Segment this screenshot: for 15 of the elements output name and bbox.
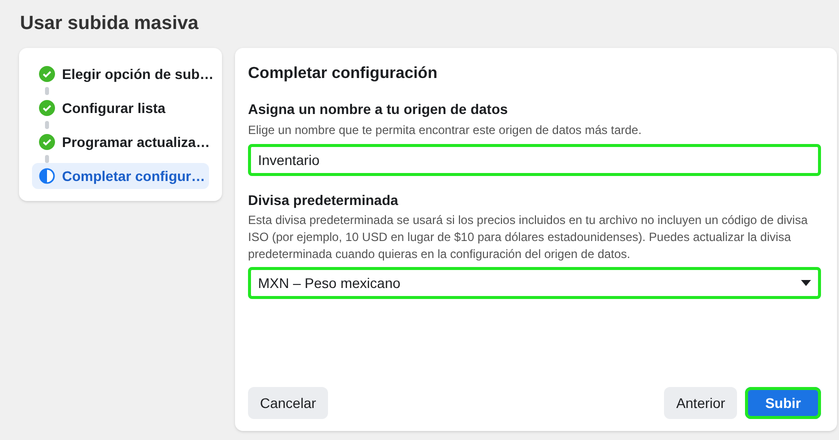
panel-title: Completar configuración bbox=[248, 64, 438, 84]
caret-icon bbox=[801, 280, 811, 286]
step-item[interactable]: Completar configur… bbox=[32, 163, 209, 189]
currency-dropdown[interactable]: MXN – Peso mexicano bbox=[248, 267, 821, 299]
field-label: Asigna un nombre a tu origen de datos bbox=[248, 100, 509, 119]
step-item[interactable]: Programar actualiza… bbox=[32, 129, 209, 155]
action-button[interactable]: Anterior bbox=[664, 387, 738, 419]
name-field[interactable]: Inventario bbox=[248, 144, 821, 176]
field-label: Divisa predeterminada bbox=[248, 191, 400, 210]
page-title: Usar subida masiva bbox=[19, 12, 200, 36]
action-button[interactable]: Subir bbox=[745, 387, 821, 419]
help-text: Esta divisa predeterminada se usará si los precios incluidos en tu archivo no incluyen un código de divisa ISO (por ejemplo, 10 USD en lugar de $10 para dólares estadounidenses). Puedes actualizar la divisa predeterminada cuando quieras en la configuración del origen de datos. bbox=[248, 212, 809, 263]
step-item[interactable]: Configurar lista bbox=[32, 95, 209, 121]
help-text: Elige un nombre que te permita encontrar este origen de datos más tarde. bbox=[248, 122, 643, 139]
action-button[interactable]: Cancelar bbox=[248, 387, 328, 419]
